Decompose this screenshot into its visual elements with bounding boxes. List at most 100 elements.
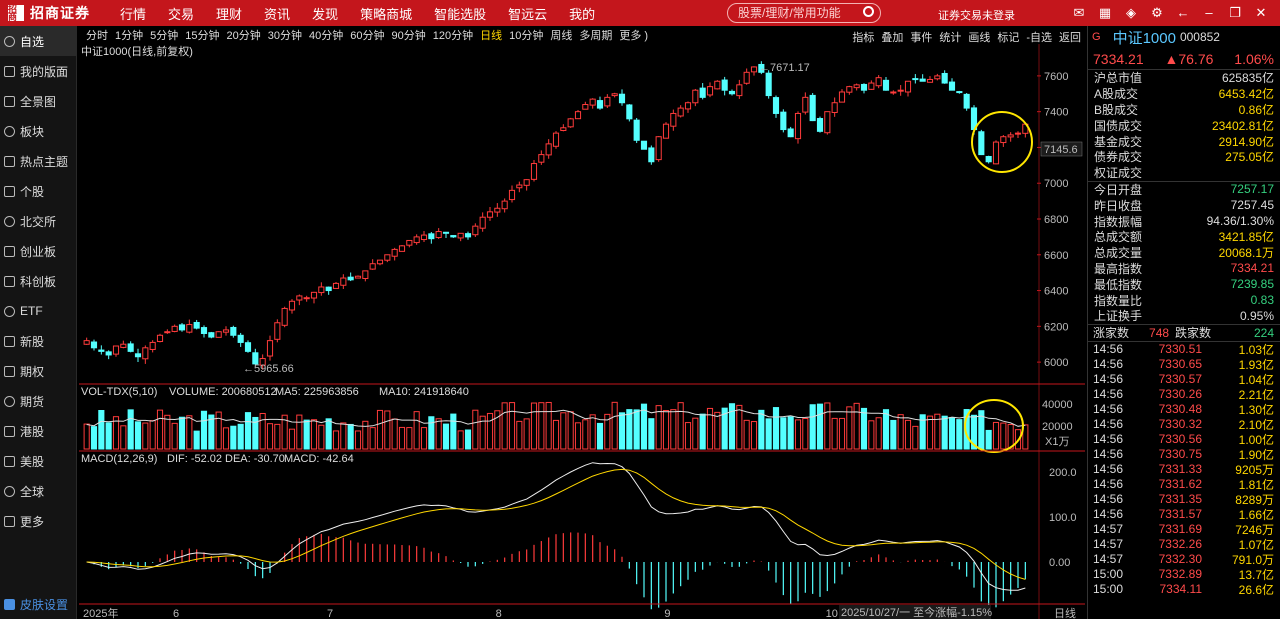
- sidebar-item-15[interactable]: 全球: [0, 476, 76, 506]
- tool-4[interactable]: 画线: [968, 29, 990, 45]
- tool-1[interactable]: 叠加: [881, 29, 903, 45]
- index-name[interactable]: 中证1000: [1113, 27, 1176, 48]
- stat-value: 0.83: [1250, 293, 1274, 308]
- tool-6[interactable]: -自选: [1026, 29, 1052, 45]
- tick-row: 14:57 7332.30 791.0万: [1088, 552, 1280, 567]
- sidebar-item-3[interactable]: 板块: [0, 116, 76, 146]
- candle: [310, 291, 318, 304]
- close-icon[interactable]: ✕: [1252, 4, 1270, 22]
- sidebar-item-6[interactable]: 北交所: [0, 206, 76, 236]
- search-box[interactable]: [727, 3, 881, 23]
- period-tab-10[interactable]: 日线: [480, 27, 502, 43]
- menu-item-5[interactable]: 策略商城: [360, 4, 412, 23]
- period-tab-1[interactable]: 1分钟: [115, 27, 143, 43]
- sidebar-item-label: 期权: [20, 364, 45, 379]
- candle: [464, 231, 472, 240]
- tool-3[interactable]: 统计: [939, 29, 961, 45]
- chart-title: 中证1000(日线,前复权): [81, 44, 193, 58]
- skin-settings-button[interactable]: 皮肤设置: [0, 596, 68, 613]
- period-tab-6[interactable]: 40分钟: [309, 27, 343, 43]
- period-tab-8[interactable]: 90分钟: [392, 27, 426, 43]
- last-price: 7334.21: [1093, 50, 1144, 67]
- volume-bar: [567, 411, 574, 450]
- sidebar-item-11[interactable]: 期权: [0, 356, 76, 386]
- candle: [435, 228, 442, 239]
- candle: [134, 348, 142, 362]
- period-tab-9[interactable]: 120分钟: [433, 27, 473, 43]
- sidebar-item-2[interactable]: 全景图: [0, 86, 76, 116]
- sidebar-item-10[interactable]: 新股: [0, 326, 76, 356]
- menu-item-6[interactable]: 智能选股: [434, 4, 486, 23]
- menu-item-0[interactable]: 行情: [120, 4, 146, 23]
- price-tick-label: 6800: [1044, 214, 1068, 226]
- turnover-label: 债券成交: [1094, 150, 1143, 165]
- tool-5[interactable]: 标记: [997, 29, 1019, 45]
- minimize-icon[interactable]: –: [1200, 4, 1218, 22]
- sidebar-item-7[interactable]: 创业板: [0, 236, 76, 266]
- sidebar-item-5[interactable]: 个股: [0, 176, 76, 206]
- volume-bar: [83, 423, 90, 450]
- menu-item-3[interactable]: 资讯: [264, 4, 290, 23]
- message-icon[interactable]: ✉: [1070, 4, 1088, 22]
- period-tab-0[interactable]: 分时: [86, 27, 108, 43]
- candle: [809, 93, 816, 122]
- date-axis: 2025年 6 7 8 9 10: [83, 606, 838, 619]
- login-status[interactable]: 证券交易未登录: [938, 7, 1015, 23]
- period-tab-14[interactable]: 更多 ): [619, 27, 648, 43]
- volume-bar: [442, 423, 450, 450]
- candle: [919, 74, 926, 82]
- candle: [347, 272, 354, 282]
- kline-chart-area[interactable]: 中证1000(日线,前复权) 7600740072007000680066006…: [79, 44, 1085, 619]
- sidebar-item-0[interactable]: 自选: [0, 26, 76, 56]
- period-tab-4[interactable]: 20分钟: [227, 27, 261, 43]
- menu-item-2[interactable]: 理财: [216, 4, 242, 23]
- tick-list[interactable]: 14:56 7330.51 1.03亿 14:56 7330.65 1.93亿 14:56 7…: [1088, 342, 1280, 597]
- candlestick-series: [83, 61, 1029, 370]
- period-tab-11[interactable]: 10分钟: [509, 27, 543, 43]
- period-tab-12[interactable]: 周线: [550, 27, 572, 43]
- period-tab-7[interactable]: 60分钟: [350, 27, 384, 43]
- sidebar-item-4[interactable]: 热点主题: [0, 146, 76, 176]
- menu-item-8[interactable]: 我的: [569, 4, 595, 23]
- sidebar-item-14[interactable]: 美股: [0, 446, 76, 476]
- settings-icon[interactable]: ⚙: [1148, 4, 1166, 22]
- menu-item-1[interactable]: 交易: [168, 4, 194, 23]
- candle: [618, 89, 626, 106]
- back-icon[interactable]: ←: [1174, 4, 1192, 22]
- volume-bar: [926, 415, 934, 450]
- period-tab-5[interactable]: 30分钟: [268, 27, 302, 43]
- tick-time: 14:56: [1093, 447, 1124, 462]
- volume-bar: [736, 404, 743, 450]
- search-input[interactable]: [738, 6, 858, 20]
- kline-chart-svg[interactable]: 中证1000(日线,前复权) 7600740072007000680066006…: [79, 44, 1085, 619]
- candle: [574, 109, 582, 120]
- stat-value: 7239.85: [1230, 277, 1274, 292]
- tool-0[interactable]: 指标: [852, 29, 874, 45]
- candle: [824, 111, 831, 135]
- grid-icon[interactable]: ▦: [1096, 4, 1114, 22]
- cube-icon[interactable]: ◈: [1122, 4, 1140, 22]
- search-icon[interactable]: [863, 6, 874, 17]
- candle: [926, 76, 934, 83]
- volume-bar: [574, 422, 582, 450]
- sidebar-item-8[interactable]: 科创板: [0, 266, 76, 296]
- sidebar-item-13[interactable]: 港股: [0, 416, 76, 446]
- date-range-tag: 2025/10/27/一 至今涨幅-1.15%: [841, 605, 992, 619]
- index-code: 000852: [1179, 30, 1220, 44]
- tool-2[interactable]: 事件: [910, 29, 932, 45]
- period-tab-2[interactable]: 5分钟: [150, 27, 178, 43]
- period-tab-13[interactable]: 多周期: [579, 27, 612, 43]
- stat-row: 指数量比 0.83: [1088, 292, 1280, 308]
- date-tick-label: 2025年: [83, 606, 118, 619]
- candle: [281, 306, 288, 328]
- sidebar-item-1[interactable]: 我的版面: [0, 56, 76, 86]
- period-tab-3[interactable]: 15分钟: [185, 27, 219, 43]
- tool-7[interactable]: 返回: [1059, 29, 1081, 45]
- menu-item-4[interactable]: 发现: [312, 4, 338, 23]
- maximize-icon[interactable]: ❐: [1226, 4, 1244, 22]
- volume-bar: [596, 422, 604, 450]
- sidebar-item-12[interactable]: 期货: [0, 386, 76, 416]
- sidebar-item-16[interactable]: 更多: [0, 506, 76, 536]
- menu-item-7[interactable]: 智远云: [508, 4, 547, 23]
- sidebar-item-9[interactable]: ETF: [0, 296, 76, 326]
